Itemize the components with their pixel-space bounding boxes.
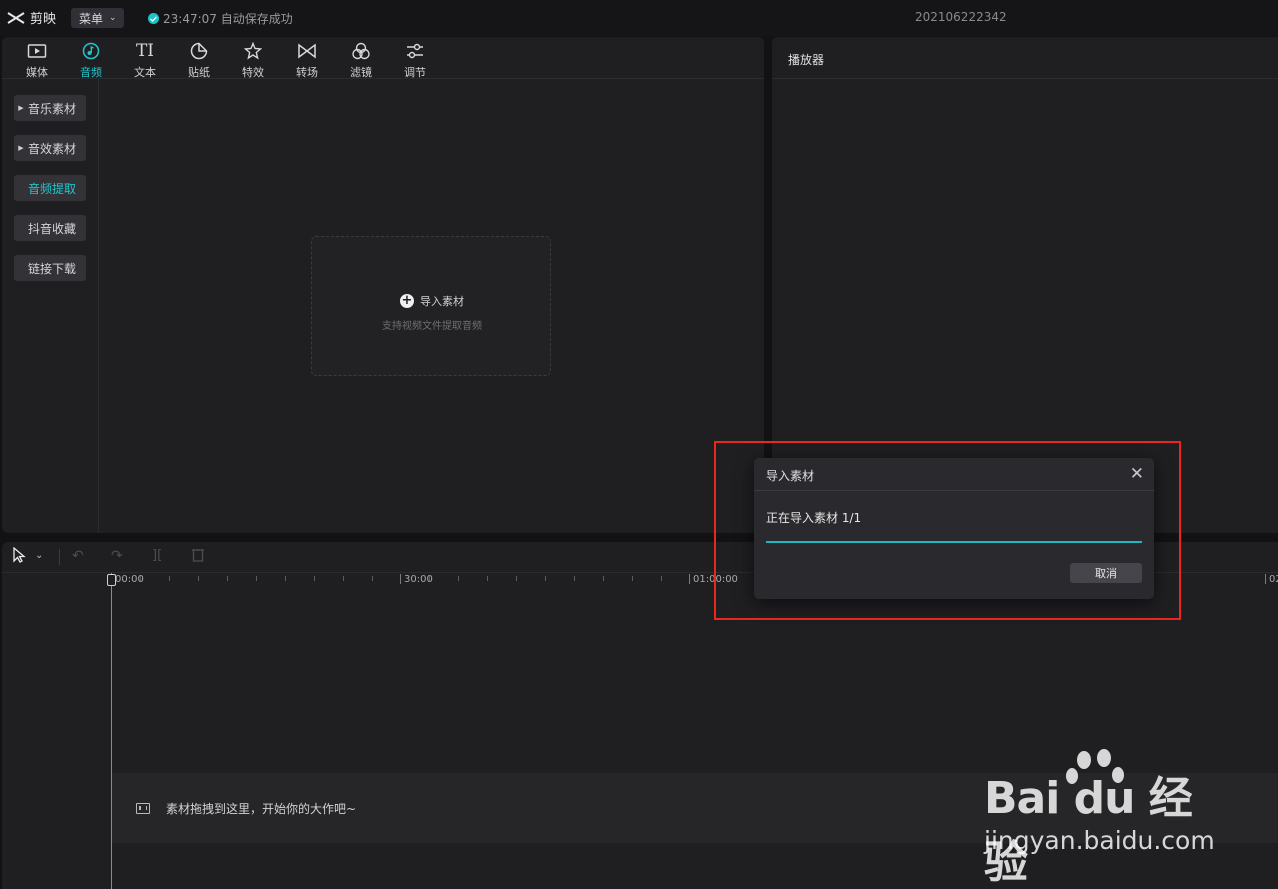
select-cursor-icon[interactable] [12, 546, 26, 567]
sidebar-item-audio-extract[interactable]: 音频提取 [14, 175, 86, 201]
tab-audio[interactable]: 音频 [64, 41, 118, 80]
capcut-logo-icon [7, 11, 25, 24]
split-icon[interactable]: ][ [152, 548, 162, 563]
sidebar-item-label: 抖音收藏 [28, 221, 77, 236]
tab-effects[interactable]: 特效 [226, 41, 280, 80]
player-title: 播放器 [772, 37, 1278, 79]
playhead-line[interactable] [111, 573, 112, 889]
sidebar-item-douyin-favorites[interactable]: 抖音收藏 [14, 215, 86, 241]
sidebar-item-sound-effects[interactable]: ▶ 音效素材 [14, 135, 86, 161]
delete-icon[interactable] [192, 548, 204, 566]
project-name: 202106222342 [915, 10, 1007, 24]
text-icon: TI [135, 41, 155, 61]
media-icon [10, 41, 64, 61]
sidebar-item-music[interactable]: ▶ 音乐素材 [14, 95, 86, 121]
check-circle-icon [148, 13, 159, 24]
filter-icon [334, 41, 388, 61]
category-tabs: 媒体 音频 TI 文本 贴纸 特效 转场 滤镜 调节 [2, 37, 764, 79]
tab-label: 贴纸 [188, 66, 210, 79]
media-library-panel: 媒体 音频 TI 文本 贴纸 特效 转场 滤镜 调节 ▶ 音乐素材 ▶ 音效素材… [2, 37, 764, 533]
import-dropzone[interactable]: + 导入素材 支持视频文件提取音频 [311, 236, 551, 376]
import-title: + 导入素材 [312, 293, 552, 309]
tab-label: 音频 [80, 66, 102, 79]
import-label: 导入素材 [420, 295, 464, 308]
import-progress-dialog: 导入素材 ✕ 正在导入素材 1/1 取消 [754, 458, 1154, 599]
film-strip-icon [136, 802, 150, 814]
progress-bar [766, 541, 1142, 543]
sticker-icon [172, 41, 226, 61]
close-icon[interactable]: ✕ [1130, 464, 1144, 484]
menu-button[interactable]: 菜单 ⌄ [71, 8, 124, 28]
tab-label: 转场 [296, 66, 318, 79]
tab-text[interactable]: TI 文本 [118, 41, 172, 80]
progress-fill [766, 541, 1142, 543]
sidebar-item-label: 音效素材 [28, 141, 77, 156]
menu-label: 菜单 [79, 11, 104, 26]
tick-label: 30:00 [404, 574, 433, 585]
app-logo: 剪映 [6, 8, 56, 27]
caret-right-icon: ▶ [18, 104, 24, 112]
drop-hint: 素材拖拽到这里，开始你的大作吧~ [166, 801, 357, 816]
main-track-dropzone[interactable]: 素材拖拽到这里，开始你的大作吧~ [112, 773, 1278, 843]
tab-media[interactable]: 媒体 [10, 41, 64, 80]
tick-label: 00:00 [115, 574, 144, 585]
tick-label: 02 [1269, 574, 1278, 585]
tab-label: 媒体 [26, 66, 48, 79]
redo-icon[interactable]: ↷ [111, 548, 123, 564]
autosave-status: 23:47:07 自动保存成功 [148, 10, 293, 27]
title-bar: 剪映 菜单 ⌄ 23:47:07 自动保存成功 202106222342 [0, 0, 1278, 36]
dialog-message: 正在导入素材 1/1 [766, 511, 862, 525]
audio-sidebar: ▶ 音乐素材 ▶ 音效素材 音频提取 抖音收藏 链接下载 [2, 79, 99, 533]
sidebar-item-label: 音频提取 [28, 181, 77, 196]
sidebar-item-label: 链接下载 [28, 261, 77, 276]
effects-icon [226, 41, 280, 61]
tab-label: 文本 [134, 66, 156, 79]
chevron-down-icon[interactable]: ⌄ [35, 550, 43, 561]
adjust-icon [388, 41, 442, 61]
import-subtitle: 支持视频文件提取音频 [382, 321, 482, 332]
app-name: 剪映 [30, 12, 57, 27]
dialog-title: 导入素材 [766, 469, 815, 483]
sidebar-item-label: 音乐素材 [28, 101, 77, 116]
transition-icon [280, 41, 334, 61]
playhead-handle[interactable] [107, 574, 116, 586]
autosave-text: 23:47:07 自动保存成功 [163, 12, 293, 26]
tab-label: 特效 [242, 66, 264, 79]
tab-filter[interactable]: 滤镜 [334, 41, 388, 80]
plus-icon: + [400, 293, 414, 308]
sidebar-item-link-download[interactable]: 链接下载 [14, 255, 86, 281]
tab-label: 调节 [404, 66, 426, 79]
tab-sticker[interactable]: 贴纸 [172, 41, 226, 80]
caret-right-icon: ▶ [18, 144, 24, 152]
cancel-button[interactable]: 取消 [1070, 563, 1142, 583]
dialog-header: 导入素材 ✕ [754, 458, 1154, 491]
tab-transition[interactable]: 转场 [280, 41, 334, 80]
tab-label: 滤镜 [350, 66, 372, 79]
tick-label: 01:00:00 [693, 574, 738, 585]
undo-icon[interactable]: ↶ [72, 548, 84, 564]
toolbar-divider [59, 549, 60, 565]
chevron-down-icon: ⌄ [109, 13, 117, 23]
tab-adjust[interactable]: 调节 [388, 41, 442, 80]
audio-icon [64, 41, 118, 61]
